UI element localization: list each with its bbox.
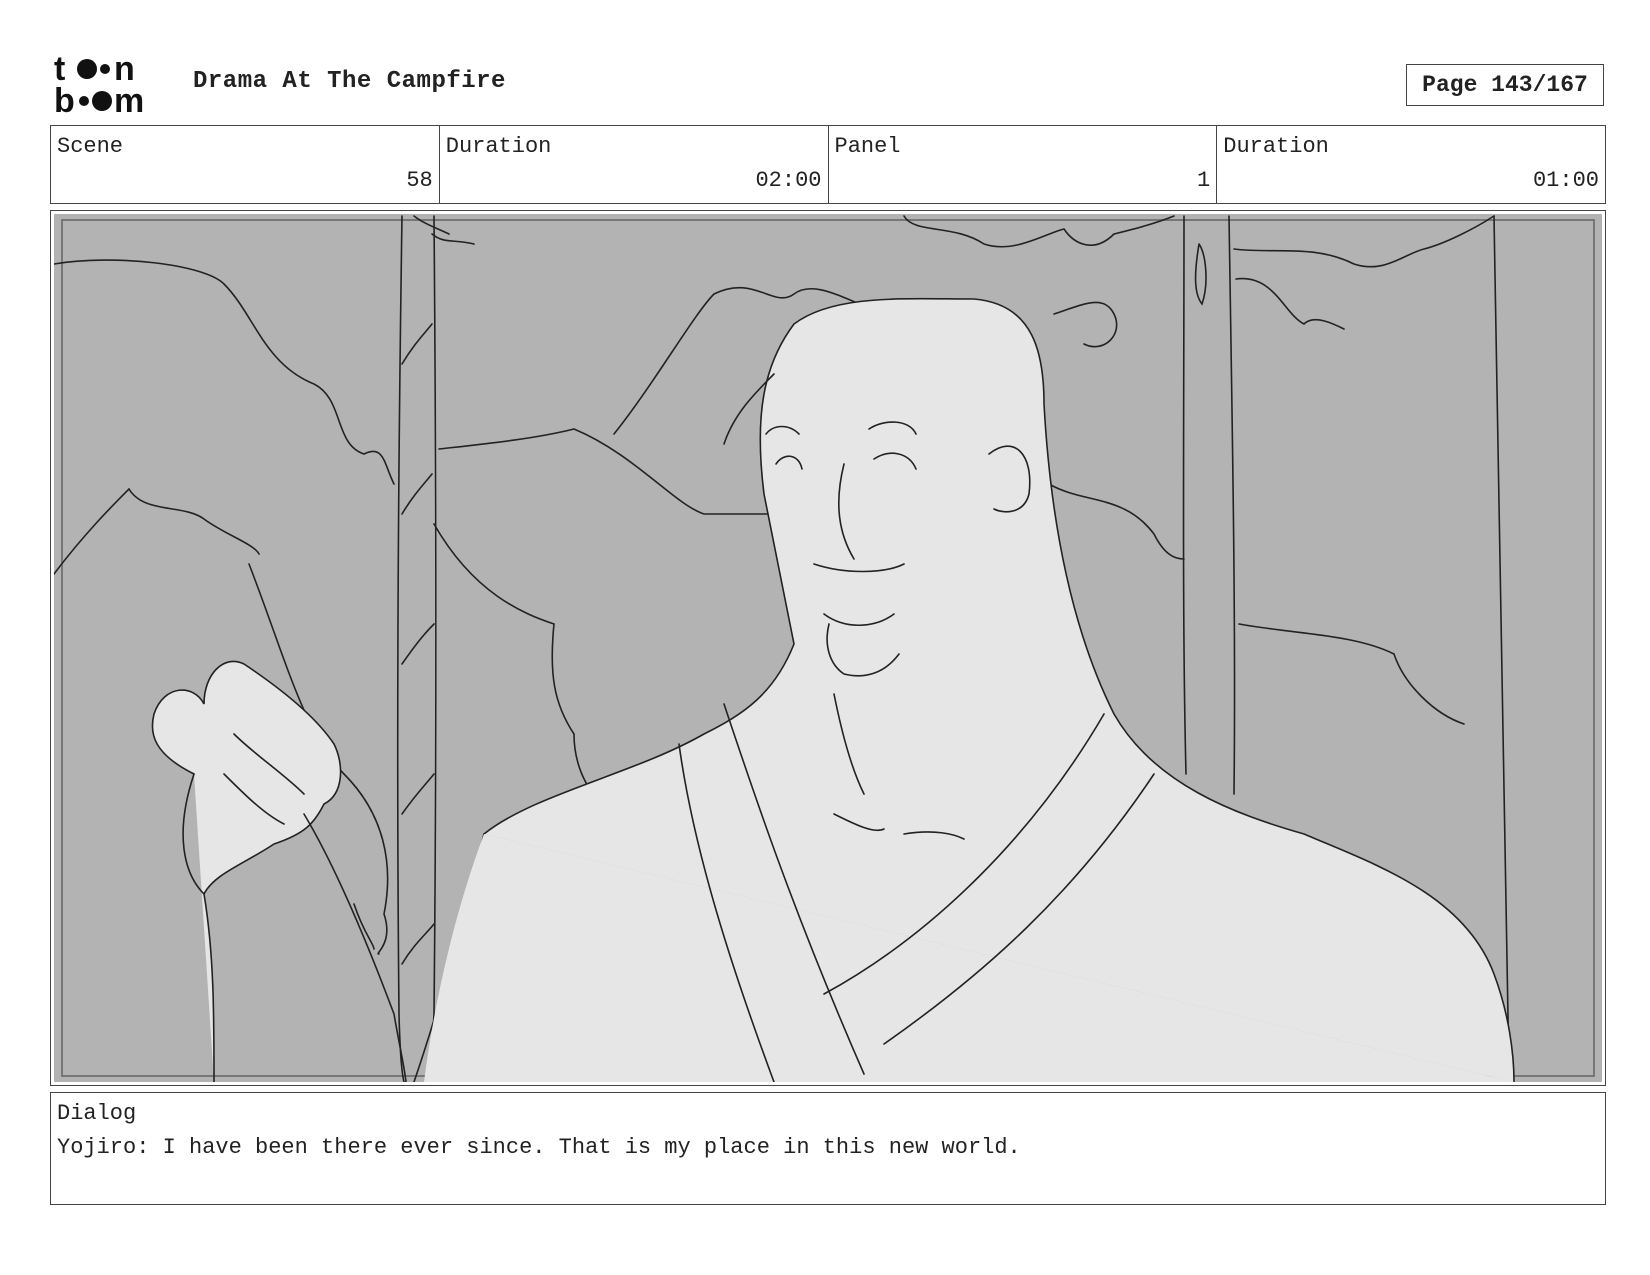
dialog-box: Dialog Yojiro: I have been there ever si… [50, 1092, 1606, 1205]
storyboard-panel [50, 210, 1606, 1086]
panel-duration-label: Duration [1223, 134, 1329, 159]
page-number: Page 143/167 [1406, 64, 1604, 106]
svg-text:b: b [54, 82, 75, 116]
scene-duration-label: Duration [445, 134, 552, 159]
scene-value: 58 [406, 168, 433, 193]
panel-duration-cell: Duration 01:00 [1217, 126, 1605, 203]
panel-duration-value: 01:00 [1532, 168, 1599, 193]
panel-label: Panel [834, 134, 901, 159]
panel-value: 1 [1197, 168, 1211, 193]
scene-label: Scene [57, 134, 124, 159]
panel-cell: Panel 1 [829, 126, 1218, 203]
scene-cell: Scene 58 [51, 126, 440, 203]
storyboard-sketch-image [54, 214, 1602, 1082]
dialog-label: Dialog [57, 1101, 137, 1126]
document-title: Drama At The Campfire [193, 68, 506, 95]
dialog-text: Yojiro: I have been there ever since. Th… [57, 1135, 1021, 1160]
scene-duration-cell: Duration 02:00 [440, 126, 829, 203]
scene-duration-value: 02:00 [755, 168, 822, 193]
scene-info-row: Scene 58 Duration 02:00 Panel 1 Duration… [50, 125, 1606, 204]
svg-text:m: m [114, 82, 144, 116]
toonboom-logo: t n b m [52, 50, 170, 120]
